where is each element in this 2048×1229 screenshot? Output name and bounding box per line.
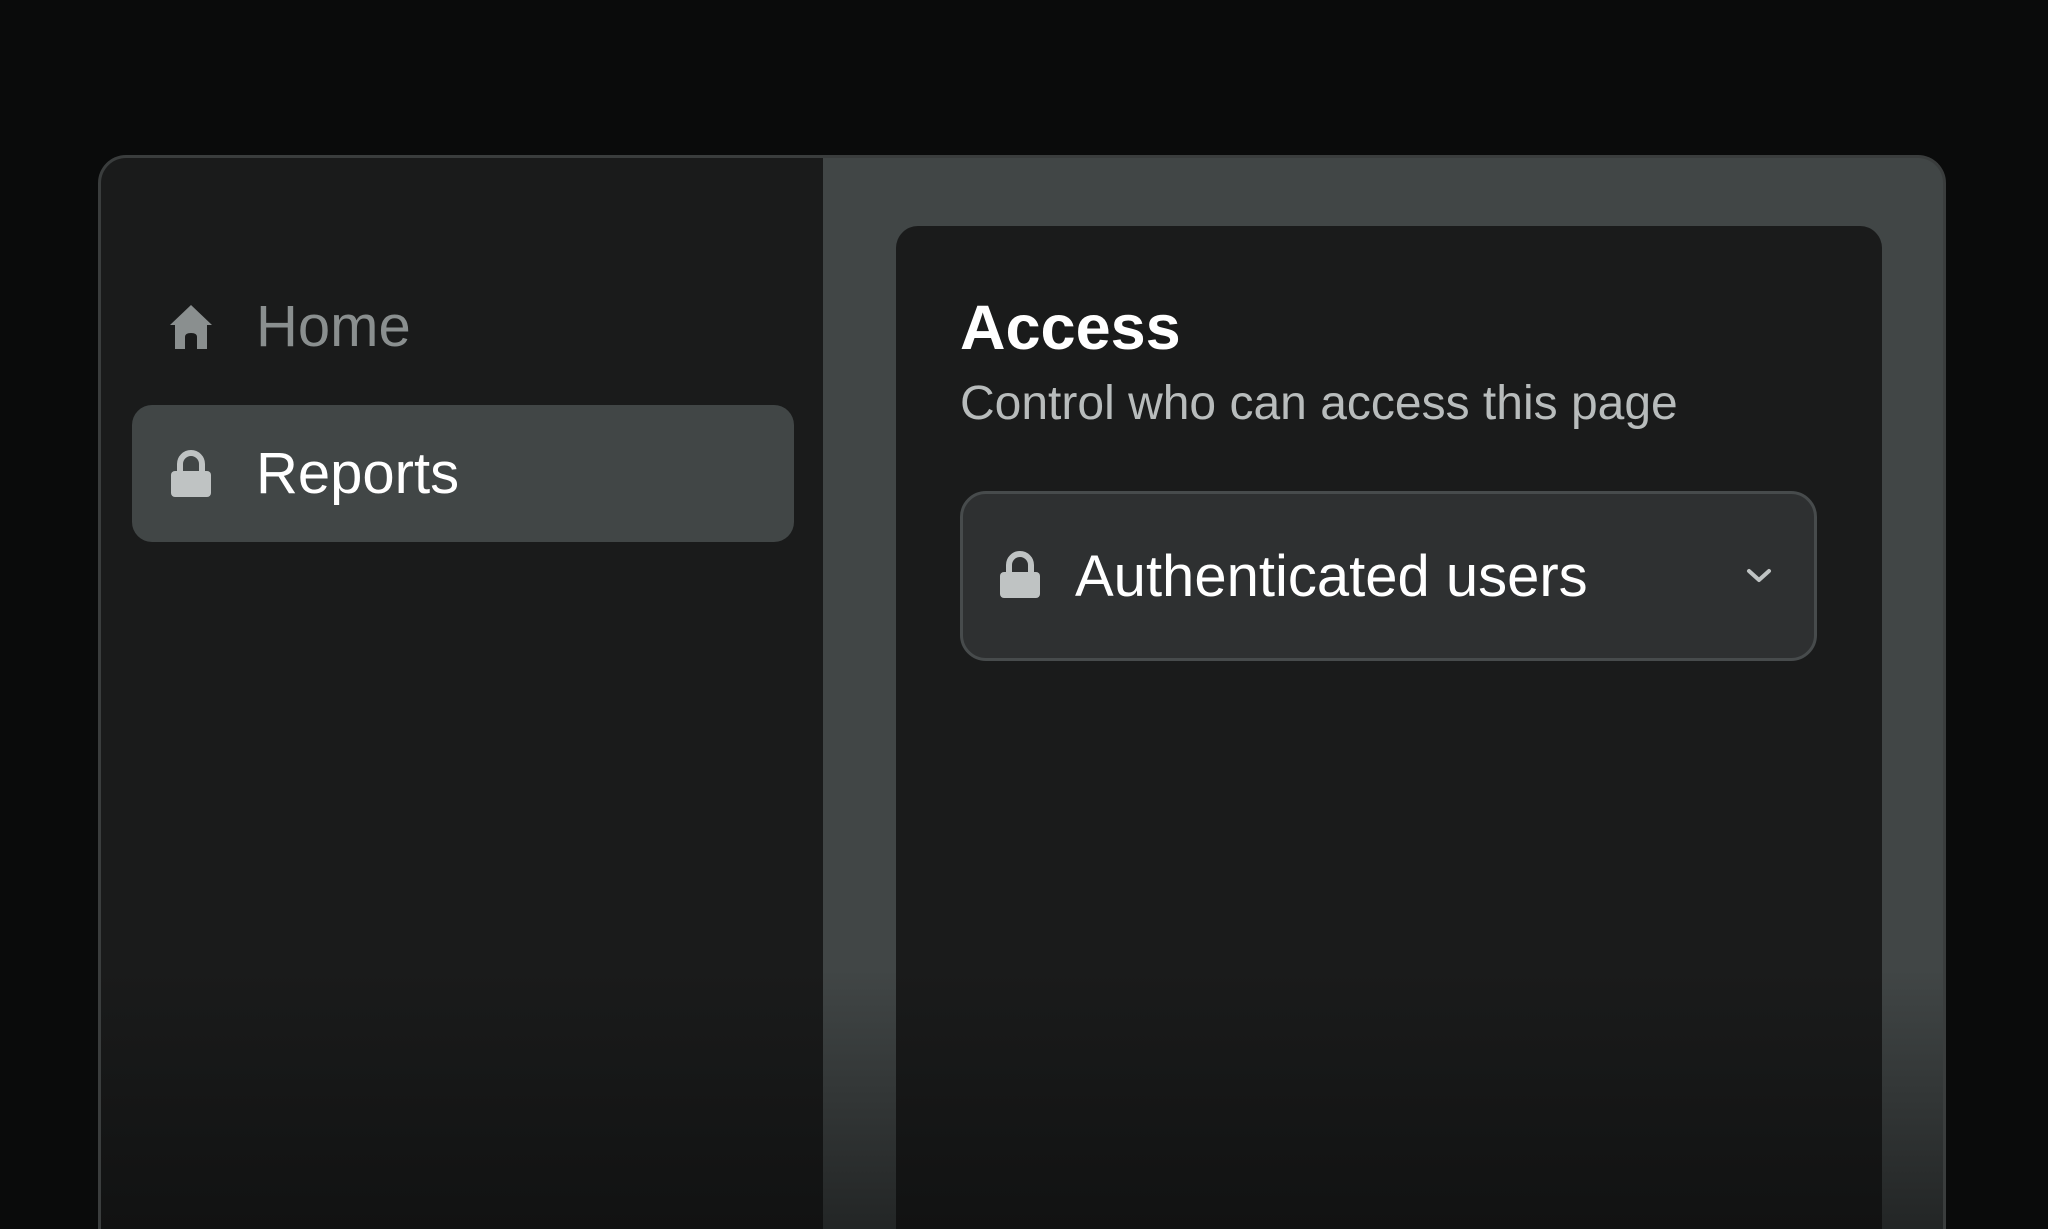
panel-subtitle: Control who can access this page [960,376,1678,431]
chevron-down-icon [1744,566,1774,586]
app-window: Home Reports Access Control who can acce… [98,155,1946,1229]
panel-title: Access [960,292,1181,364]
sidebar-item-label: Home [256,293,411,360]
sidebar-item-home[interactable]: Home [132,258,794,395]
access-select-value: Authenticated users [1075,543,1744,610]
sidebar-item-label: Reports [256,440,459,507]
home-icon [168,302,214,352]
lock-icon [168,449,214,499]
lock-icon [999,551,1043,601]
sidebar: Home Reports [101,158,823,1229]
sidebar-item-reports[interactable]: Reports [132,405,794,542]
access-panel: Access Control who can access this page … [896,226,1882,1229]
access-select[interactable]: Authenticated users [960,491,1817,661]
